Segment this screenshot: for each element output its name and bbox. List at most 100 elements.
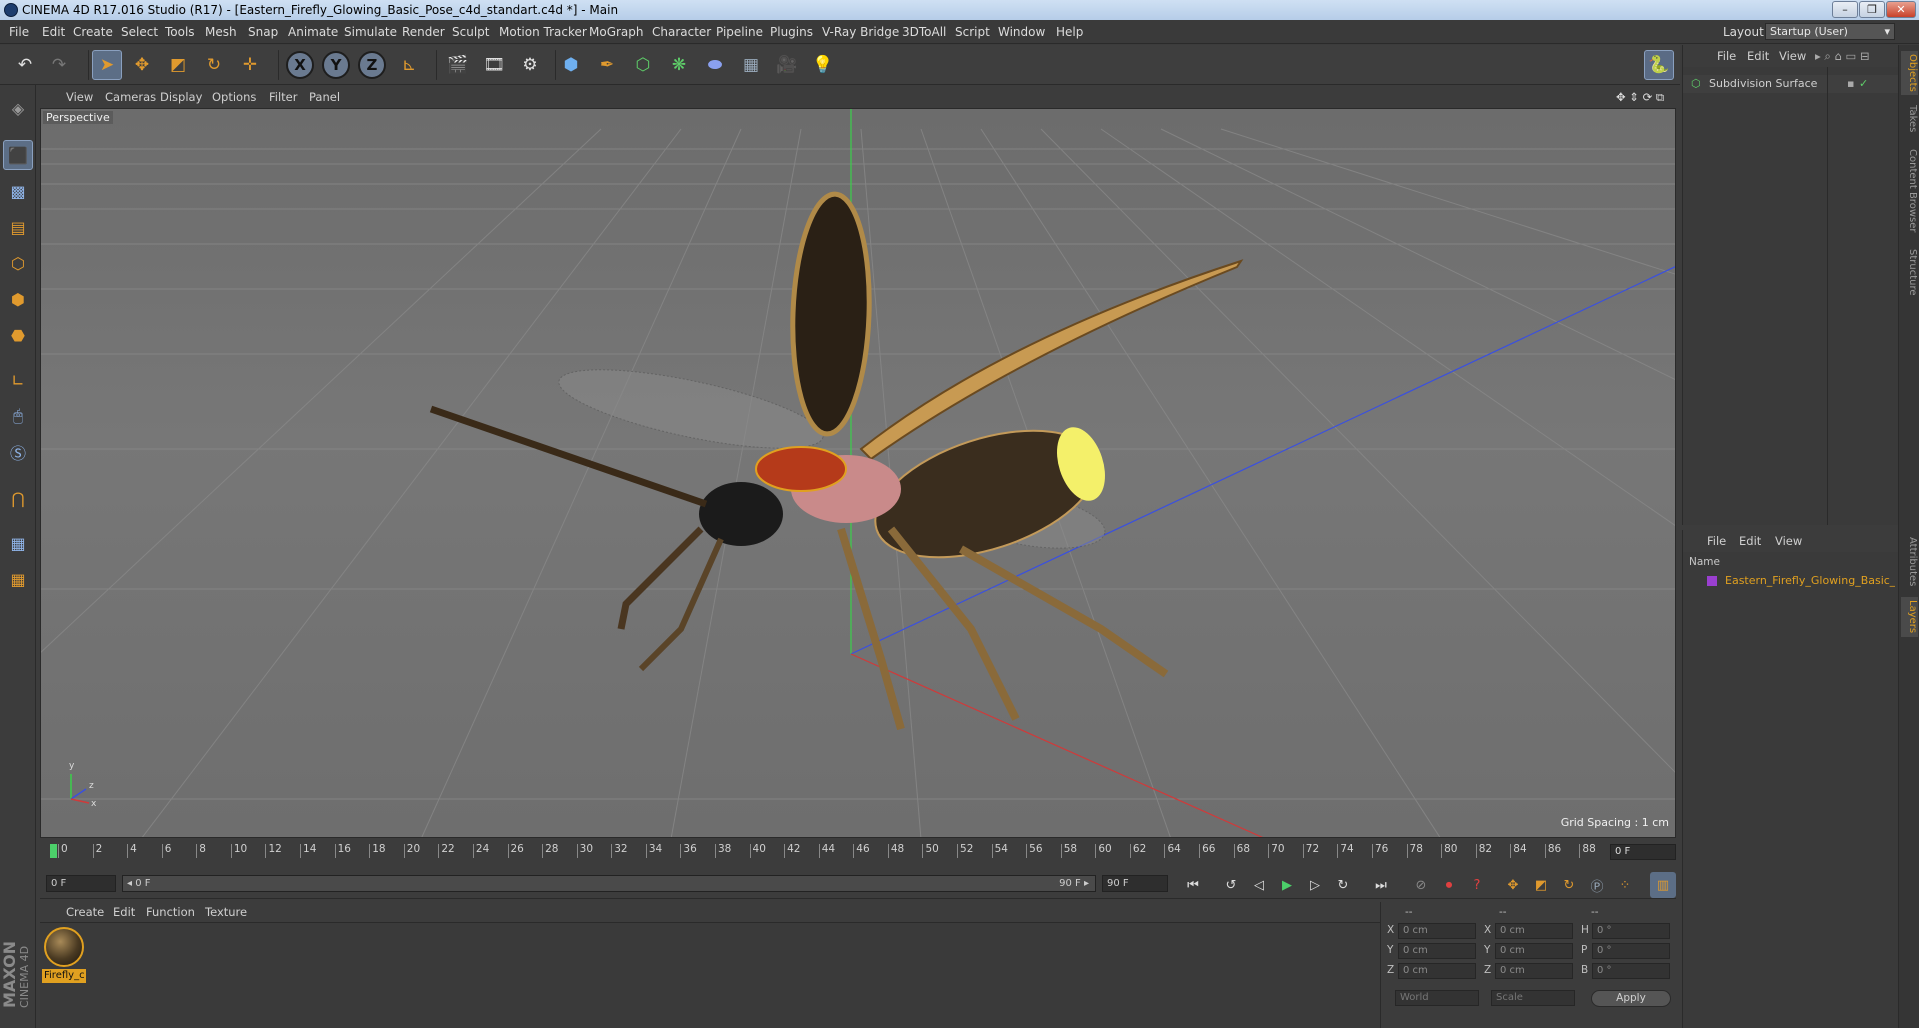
z-axis-lock-icon[interactable]: Z [358, 51, 386, 79]
key-pla-icon[interactable]: ⁘ [1612, 872, 1638, 898]
playhead-marker[interactable] [50, 844, 57, 858]
menu-mograph[interactable]: MoGraph [589, 20, 644, 44]
cube-primitive-icon[interactable]: ⬢ [556, 50, 586, 80]
viewport-menu-panel[interactable]: Panel [309, 87, 340, 107]
rotate-icon[interactable]: ↻ [199, 50, 229, 80]
timeline-window-icon[interactable]: ▥ [1650, 872, 1676, 898]
scale-icon[interactable]: ◩ [163, 50, 193, 80]
tweak-mode-icon[interactable]: 🖱 [3, 401, 33, 431]
material-menu-create[interactable]: Create [66, 902, 104, 922]
polygons-mode-icon[interactable]: ⬣ [3, 320, 33, 350]
end-frame-field[interactable]: 90 F [1102, 875, 1168, 892]
menu-help[interactable]: Help [1056, 20, 1083, 44]
menu-mesh[interactable]: Mesh [205, 20, 237, 44]
viewport-menu-view[interactable]: View [66, 87, 93, 107]
floor-scene-icon[interactable]: ▦ [736, 50, 766, 80]
magnet-icon[interactable]: ⋂ [3, 483, 33, 513]
menu-vray-bridge[interactable]: V-Ray Bridge [822, 20, 899, 44]
object-menu-file[interactable]: File [1717, 45, 1736, 67]
size-y-field[interactable]: 0 cm [1495, 943, 1573, 959]
object-menu-edit[interactable]: Edit [1747, 45, 1769, 67]
points-mode-icon[interactable]: ⬡ [3, 248, 33, 278]
render-settings-icon[interactable]: ⚙ [515, 50, 545, 80]
menu-file[interactable]: File [9, 20, 29, 44]
visibility-toggle-icon[interactable]: ▪ [1847, 77, 1854, 90]
layer-name[interactable]: Eastern_Firefly_Glowing_Basic_Po [1725, 574, 1895, 587]
menu-animate[interactable]: Animate [288, 20, 338, 44]
material-menu-texture[interactable]: Texture [205, 902, 247, 922]
previous-keyframe-icon[interactable]: ↺ [1218, 872, 1244, 898]
undo-icon[interactable]: ↶ [10, 50, 40, 80]
menu-window[interactable]: Window [998, 20, 1045, 44]
tab-content-browser[interactable]: Content Browser [1901, 143, 1918, 239]
subdivision-surface-icon[interactable]: ⬡ [628, 50, 658, 80]
maximize-button[interactable]: ❐ [1859, 1, 1885, 18]
menu-script[interactable]: Script [955, 20, 990, 44]
go-to-start-icon[interactable]: ⏮ [1180, 872, 1206, 898]
menu-simulate[interactable]: Simulate [344, 20, 397, 44]
object-menu-view[interactable]: View [1779, 45, 1806, 67]
next-frame-icon[interactable]: ▷ [1302, 872, 1328, 898]
tab-objects[interactable]: Objects [1901, 51, 1918, 95]
layer-menu-edit[interactable]: Edit [1739, 530, 1761, 552]
timeline-ruler[interactable]: 0 2 4 6 8 10 12 14 16 18 20 22 24 26 28 30 32 34 36 38 40 42 4… [40, 842, 1676, 870]
tab-structure[interactable]: Structure [1901, 245, 1918, 299]
autokeying-icon[interactable]: ? [1464, 872, 1490, 898]
current-frame-field[interactable]: 0 F [1610, 844, 1676, 860]
menu-pipeline[interactable]: Pipeline [716, 20, 763, 44]
size-x-field[interactable]: 0 cm [1495, 923, 1573, 939]
material-preview-ball[interactable] [44, 927, 84, 967]
next-keyframe-icon[interactable]: ↻ [1330, 872, 1356, 898]
apply-button[interactable]: Apply [1591, 990, 1671, 1007]
coordinate-system-icon[interactable]: ⊾ [394, 50, 424, 80]
key-parameter-icon[interactable]: Ⓟ [1584, 872, 1610, 898]
play-forward-icon[interactable]: ▶ [1274, 872, 1300, 898]
rot-b-field[interactable]: 0 ° [1592, 963, 1670, 979]
menu-edit[interactable]: Edit [42, 20, 65, 44]
menu-render[interactable]: Render [402, 20, 445, 44]
close-button[interactable]: ✕ [1886, 1, 1916, 18]
layer-menu-file[interactable]: File [1707, 530, 1726, 552]
menu-plugins[interactable]: Plugins [770, 20, 813, 44]
viewport-menu-options[interactable]: Options [212, 87, 256, 107]
camera-icon[interactable]: 🎥 [772, 50, 802, 80]
material-menu-edit[interactable]: Edit [113, 902, 135, 922]
tab-layers[interactable]: Layers [1901, 597, 1918, 637]
menu-snap[interactable]: Snap [248, 20, 278, 44]
object-manager-tools-icons[interactable]: ▸ ⌕ ⌂ ▭ ⊟ [1815, 45, 1870, 67]
cloner-icon[interactable]: ❋ [664, 50, 694, 80]
menu-character[interactable]: Character [652, 20, 711, 44]
object-name[interactable]: Subdivision Surface [1709, 77, 1817, 90]
axis-mode-icon[interactable]: ∟ [3, 365, 33, 395]
layer-row[interactable]: Eastern_Firefly_Glowing_Basic_Po [1683, 572, 1899, 590]
minimize-button[interactable]: – [1832, 1, 1858, 18]
viewport-perspective[interactable]: y z x Perspective Grid Spacing : 1 cm [40, 108, 1676, 838]
material-menu-function[interactable]: Function [146, 902, 195, 922]
size-mode-select[interactable]: Scale [1491, 990, 1575, 1006]
viewport-menu-display[interactable]: Display [160, 87, 202, 107]
layout-select[interactable]: Startup (User) ▾ [1765, 23, 1895, 40]
key-scale-icon[interactable]: ◩ [1528, 872, 1554, 898]
layer-color-swatch[interactable] [1707, 576, 1717, 586]
record-active-icon[interactable]: ⏺ [1436, 872, 1462, 898]
make-editable-icon[interactable]: ◈ [3, 93, 33, 123]
viewport-navigation-icons[interactable]: ✥ ⇕ ⟳ ⧉ [1616, 87, 1664, 107]
menu-motion-tracker[interactable]: Motion Tracker [499, 20, 587, 44]
go-to-end-icon[interactable]: ⏭ [1368, 872, 1394, 898]
start-frame-field[interactable]: 0 F [46, 875, 116, 892]
viewport-menu-cameras[interactable]: Cameras [105, 87, 156, 107]
viewport-menu-filter[interactable]: Filter [269, 87, 297, 107]
render-to-picture-viewer-icon[interactable]: 🎞 [479, 50, 509, 80]
texture-mode-icon[interactable]: ▩ [3, 176, 33, 206]
preview-range-slider[interactable]: ◂ 0 F 90 F ▸ [122, 875, 1096, 892]
pos-x-field[interactable]: 0 cm [1398, 923, 1476, 939]
menu-tools[interactable]: Tools [165, 20, 195, 44]
pos-y-field[interactable]: 0 cm [1398, 943, 1476, 959]
menu-select[interactable]: Select [121, 20, 158, 44]
y-axis-lock-icon[interactable]: Y [322, 51, 350, 79]
locked-workplane-icon[interactable]: ▦ [3, 528, 33, 558]
material-name-label[interactable]: Firefly_c [42, 969, 86, 983]
transform-icon[interactable]: ✛ [235, 50, 265, 80]
layer-menu-view[interactable]: View [1775, 530, 1802, 552]
tab-attributes[interactable]: Attributes [1901, 533, 1918, 591]
